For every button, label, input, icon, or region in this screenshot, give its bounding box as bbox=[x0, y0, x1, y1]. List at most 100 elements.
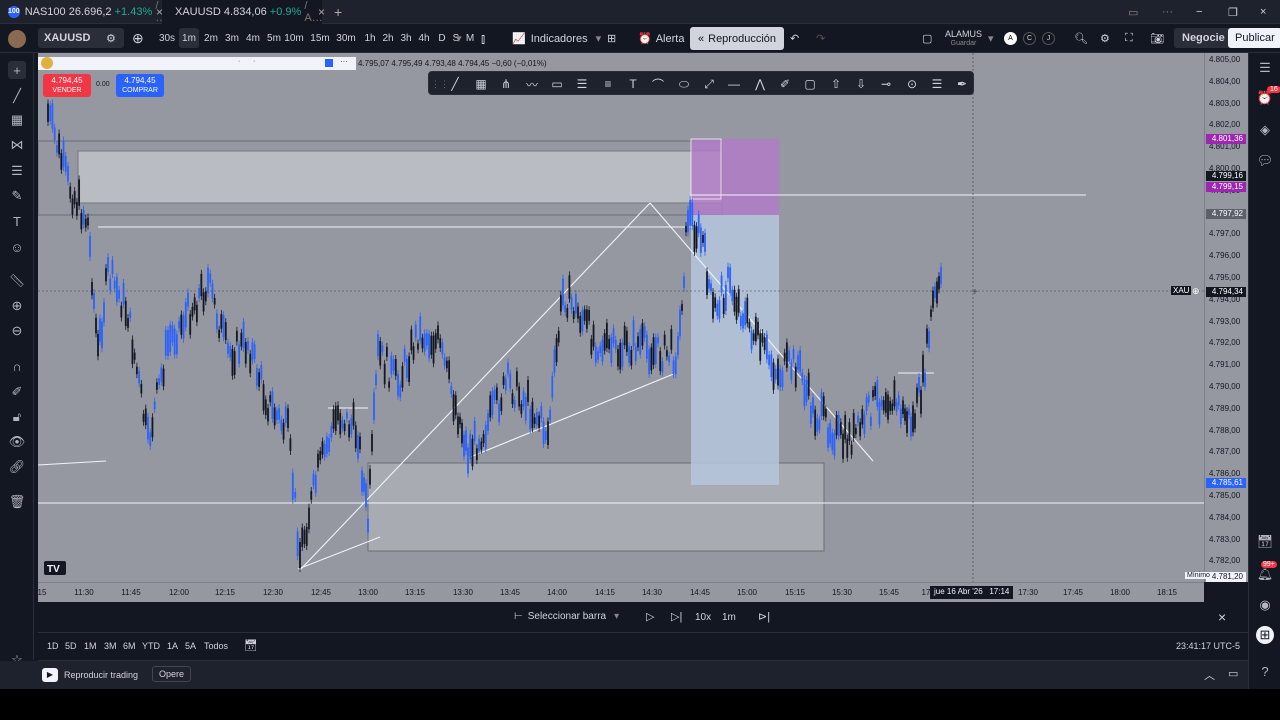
ruler-tool-icon[interactable]: ⤢ bbox=[700, 75, 718, 93]
take-profit-zone[interactable] bbox=[691, 215, 779, 485]
brush-icon[interactable]: ✎ bbox=[8, 187, 26, 205]
layout-dropdown-icon[interactable]: ▾ bbox=[988, 24, 994, 53]
sell-button[interactable]: 4.794,45 VENDER bbox=[43, 74, 91, 97]
lock-icon[interactable]: 🔓︎ bbox=[8, 408, 26, 426]
tab-nas100[interactable]: 100 NAS100 26.696,2 +1.43% / … × bbox=[0, 0, 166, 24]
settings-gear-icon[interactable]: ⚙ bbox=[1100, 24, 1110, 53]
undo-icon[interactable]: ↶ bbox=[790, 24, 799, 53]
channel-tool-icon[interactable]: ≡ bbox=[599, 75, 617, 93]
close-tab-icon[interactable]: × bbox=[318, 5, 325, 19]
replay-trading-tab[interactable]: Reproducir trading bbox=[64, 670, 138, 680]
speed-selector[interactable]: 10x bbox=[695, 612, 711, 623]
arrow-up-icon[interactable]: ⇧ bbox=[827, 75, 845, 93]
select-bar-button[interactable]: ⊢ Seleccionar barra ▾ bbox=[514, 611, 619, 622]
clock-readout[interactable]: 23:41:17 UTC-5 bbox=[1176, 641, 1240, 651]
tab-xauusd[interactable]: XAUUSD 4.834,06 +0.9% / A… × bbox=[162, 0, 325, 24]
interval-selector[interactable]: 1m bbox=[722, 612, 736, 623]
indicators-button[interactable]: 📈 Indicadores ▾ bbox=[512, 24, 601, 53]
range-button-1M[interactable]: 1M bbox=[84, 641, 97, 651]
layers-icon[interactable]: ◈ bbox=[1256, 121, 1274, 139]
trade-button[interactable]: Negocie bbox=[1174, 28, 1233, 48]
stop-loss-zone[interactable] bbox=[691, 139, 779, 215]
timeframe-2m[interactable]: 2m bbox=[201, 24, 221, 53]
camera-icon[interactable]: 📷︎ bbox=[1150, 24, 1164, 53]
rectangle-tool-icon[interactable]: ▭ bbox=[548, 75, 566, 93]
badge-c[interactable]: C bbox=[1023, 32, 1036, 45]
fib-icon[interactable]: ▦ bbox=[8, 111, 26, 129]
pattern-tool-icon[interactable]: ⋀ bbox=[751, 75, 769, 93]
timeframe-dropdown-icon[interactable]: ▾ bbox=[456, 24, 462, 53]
range-button-5A[interactable]: 5A bbox=[185, 641, 196, 651]
range-button-1A[interactable]: 1A bbox=[167, 641, 178, 651]
timeframe-4h[interactable]: 4h bbox=[414, 24, 434, 53]
add-alert-icon[interactable]: ⊕ bbox=[1192, 286, 1200, 297]
zoom-out-icon[interactable]: ⊖ bbox=[8, 322, 26, 340]
link-icon[interactable]: 🔗︎ bbox=[8, 458, 26, 476]
alert-button[interactable]: ⏰ Alerta bbox=[638, 24, 684, 53]
chart-type-icon[interactable]: ⫾ bbox=[481, 24, 485, 53]
chart-pane[interactable]: + TV bbox=[38, 53, 1204, 582]
pattern-icon[interactable]: ⋈ bbox=[8, 136, 26, 154]
timeframe-M[interactable]: M bbox=[460, 24, 480, 53]
ray-tool-icon[interactable]: ⊸ bbox=[877, 75, 895, 93]
fullscreen-icon[interactable]: ⛶ bbox=[1125, 24, 1133, 53]
apps-grid-icon[interactable]: ⊞ bbox=[1256, 626, 1274, 644]
step-forward-icon[interactable]: ▷| bbox=[671, 610, 682, 623]
target-tool-icon[interactable]: ⊙ bbox=[903, 75, 921, 93]
text-tool-icon[interactable]: T bbox=[624, 75, 642, 93]
timeframe-2h[interactable]: 2h bbox=[378, 24, 398, 53]
timeframe-10m[interactable]: 10m bbox=[284, 24, 304, 53]
timeframe-1h[interactable]: 1h bbox=[360, 24, 380, 53]
badge-a[interactable]: A bbox=[1004, 32, 1017, 45]
timeframe-30m[interactable]: 30m bbox=[336, 24, 356, 53]
buy-button[interactable]: 4.794,45 COMPRAR bbox=[116, 74, 164, 97]
timeframe-15m[interactable]: 15m bbox=[310, 24, 330, 53]
layout-icon[interactable]: ▢ bbox=[922, 24, 932, 53]
maximize-icon[interactable]: ❐ bbox=[1220, 0, 1246, 24]
trend-line[interactable] bbox=[297, 536, 381, 570]
timeframe-4m[interactable]: 4m bbox=[243, 24, 263, 53]
ideas-icon[interactable]: ◉ bbox=[1256, 596, 1274, 614]
hline-tool-icon[interactable]: — bbox=[725, 75, 743, 93]
watchlist-icon[interactable]: ☰ bbox=[1256, 59, 1274, 77]
emoji-icon[interactable]: ☺ bbox=[8, 238, 26, 256]
jump-realtime-icon[interactable]: ⊳| bbox=[758, 610, 770, 623]
text-icon[interactable]: T bbox=[8, 212, 26, 230]
trash-icon[interactable]: 🗑︎ bbox=[8, 493, 26, 511]
wave-tool-icon[interactable]: 〰 bbox=[523, 75, 541, 93]
chat-icon[interactable]: 💬︎ bbox=[1256, 152, 1274, 170]
ellipse-tool-icon[interactable]: ⬭ bbox=[675, 75, 693, 93]
timeframe-3m[interactable]: 3m bbox=[222, 24, 242, 53]
more-icon[interactable]: ··· bbox=[1154, 0, 1181, 24]
price-axis[interactable]: 4.805,00 4.804,00 4.803,00 4.802,00 4.801,00… bbox=[1171, 53, 1248, 582]
collapse-up-icon[interactable]: ︿ bbox=[1204, 667, 1215, 683]
range-button-3M[interactable]: 3M bbox=[104, 641, 117, 651]
zoom-in-icon[interactable]: ⊕ bbox=[8, 297, 26, 315]
search-icon[interactable]: 🔍︎ bbox=[1074, 24, 1088, 53]
play-icon[interactable]: ▷ bbox=[646, 610, 654, 623]
fib-tool-icon[interactable]: ☰ bbox=[573, 75, 591, 93]
trade-tab-button[interactable]: Opere bbox=[152, 666, 192, 682]
close-window-icon[interactable]: × bbox=[1252, 0, 1274, 24]
close-replay-icon[interactable]: × bbox=[1218, 609, 1226, 625]
path-tool-icon[interactable]: ⌒ bbox=[649, 75, 667, 93]
calendar-icon[interactable]: 📅︎ bbox=[244, 639, 258, 652]
symbol-settings-icon[interactable]: ⚙ bbox=[106, 24, 116, 53]
projection-icon[interactable]: ☰ bbox=[8, 162, 26, 180]
magnet-icon[interactable]: ∩ bbox=[8, 357, 26, 375]
trend-line-icon[interactable]: ╱ bbox=[8, 87, 26, 105]
timeframe-5m[interactable]: 5m bbox=[264, 24, 284, 53]
brush-tool-icon[interactable]: ✐ bbox=[776, 75, 794, 93]
range-button-6M[interactable]: 6M bbox=[123, 641, 136, 651]
grid-tool-icon[interactable]: ▦ bbox=[472, 75, 490, 93]
more-lines-icon[interactable]: ☰ bbox=[928, 75, 946, 93]
minimize-icon[interactable]: − bbox=[1188, 0, 1210, 24]
avatar[interactable] bbox=[8, 24, 26, 53]
templates-icon[interactable]: ⊞ bbox=[607, 24, 616, 53]
pitchfork-tool-icon[interactable]: ⋔ bbox=[497, 75, 515, 93]
play-trading-icon[interactable]: ▶ bbox=[42, 668, 58, 682]
range-button-YTD[interactable]: YTD bbox=[142, 641, 160, 651]
axis-settings-icon[interactable]: ⚙ bbox=[1218, 586, 1227, 597]
new-tab-icon[interactable]: + bbox=[326, 0, 350, 24]
callout-tool-icon[interactable]: ▢ bbox=[801, 75, 819, 93]
